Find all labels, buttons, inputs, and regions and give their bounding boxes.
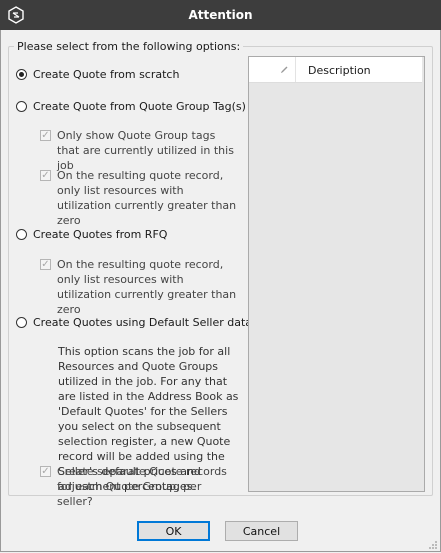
option-create-from-scratch[interactable]: Create Quote from scratch (16, 68, 179, 81)
ok-button[interactable]: OK (137, 521, 210, 541)
checkbox-checked-disabled[interactable]: ✓ (40, 466, 51, 477)
radio-button-checked[interactable] (16, 69, 27, 80)
radio-button[interactable] (16, 101, 27, 112)
checkbox-checked-disabled[interactable]: ✓ (40, 259, 51, 270)
option-create-from-default-seller[interactable]: Create Quotes using Default Seller data (16, 316, 252, 329)
quote-group-grid[interactable]: Description (248, 56, 425, 492)
checkbox-label: On the resulting quote record, only list… (57, 169, 237, 227)
option-create-from-tags[interactable]: Create Quote from Quote Group Tag(s) (16, 100, 246, 113)
option-create-from-rfq[interactable]: Create Quotes from RFQ (16, 228, 167, 241)
checkbox-checked-disabled[interactable]: ✓ (40, 130, 51, 141)
checkbox-label: On the resulting quote record, only list… (57, 258, 237, 316)
window-title: Attention (188, 8, 253, 22)
checkbox-rfq-only-list-resources[interactable]: ✓ On the resulting quote record, only li… (40, 257, 240, 317)
checkbox-label: Only show Quote Group tags that are curr… (57, 129, 234, 172)
column-header-description[interactable]: Description (308, 64, 371, 77)
radio-button[interactable] (16, 229, 27, 240)
pencil-icon (281, 66, 288, 73)
option-label: Create Quotes using Default Seller data (33, 316, 253, 329)
checkbox-only-show-tags[interactable]: ✓ Only show Quote Group tags that are cu… (40, 128, 240, 173)
cancel-button[interactable]: Cancel (225, 521, 298, 541)
edit-column-header[interactable] (277, 57, 296, 82)
option-label: Create Quote from scratch (33, 68, 180, 81)
resize-grip-icon[interactable] (428, 540, 438, 550)
checkbox-checked-disabled[interactable]: ✓ (40, 170, 51, 181)
title-bar: Attention (0, 0, 441, 30)
grid-header: Description (249, 57, 422, 83)
option-label: Create Quotes from RFQ (33, 228, 168, 241)
checkbox-label: Create separate Quote records for each Q… (57, 465, 227, 508)
checkbox-tag-only-list-resources[interactable]: ✓ On the resulting quote record, only li… (40, 168, 240, 228)
checkbox-separate-quote-records[interactable]: ✓ Create separate Quote records for each… (40, 464, 240, 509)
option-label: Create Quote from Quote Group Tag(s) (33, 100, 246, 113)
group-legend: Please select from the following options… (14, 40, 244, 53)
radio-button[interactable] (16, 317, 27, 328)
